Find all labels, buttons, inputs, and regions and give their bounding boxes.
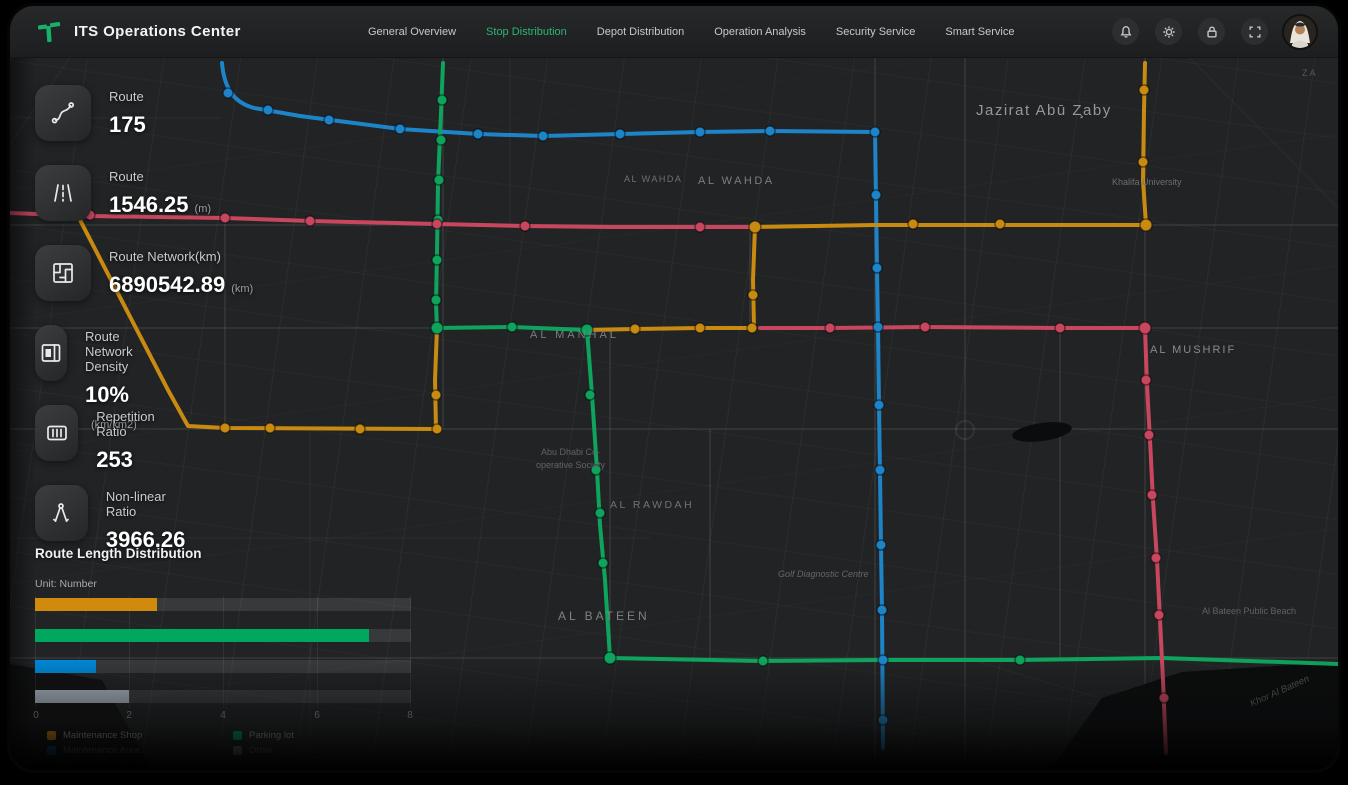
- map-label-al-wahda-large: AL WAHDA: [698, 175, 775, 187]
- stat-nonlinear-ratio: Non-linear Ratio 3966.26: [35, 485, 195, 553]
- stat-value: 253: [96, 447, 133, 472]
- x-tick: 4: [220, 710, 226, 721]
- x-tick: 0: [33, 710, 39, 721]
- stat-unit: (m): [195, 203, 212, 215]
- notification-button[interactable]: [1112, 18, 1139, 45]
- stat-value: 6890542.89: [109, 272, 225, 297]
- bar-maintenance-area: [35, 660, 411, 673]
- stat-route-count: Route 175: [35, 85, 152, 141]
- map-label-khalifa-university: Khalifa University: [1112, 177, 1182, 187]
- stat-label: Route: [109, 89, 152, 104]
- stat-repetition-ratio: Repetition Ratio 253: [35, 405, 168, 473]
- x-tick: 6: [314, 710, 320, 721]
- its-logo-icon: [36, 19, 62, 45]
- user-avatar[interactable]: [1284, 16, 1316, 48]
- legend-swatch: [47, 731, 56, 740]
- tab-depot-distribution[interactable]: Depot Distribution: [597, 26, 684, 38]
- road-icon: [35, 165, 91, 221]
- tab-general-overview[interactable]: General Overview: [368, 26, 456, 38]
- route-line-green: [436, 63, 1338, 664]
- stat-value: 10%: [85, 382, 129, 407]
- tab-operation-analysis[interactable]: Operation Analysis: [714, 26, 806, 38]
- legend-label: Maintenance Area: [63, 745, 140, 756]
- top-bar: ITS Operations Center General Overview S…: [10, 6, 1338, 58]
- density-layout-icon: [35, 325, 67, 381]
- chart-title: Route Length Distribution: [35, 546, 435, 561]
- tab-smart-service[interactable]: Smart Service: [945, 26, 1014, 38]
- map-label-al-rawdah: AL RAWDAH: [610, 499, 694, 511]
- stat-value: 1546.25: [109, 192, 189, 217]
- repetition-bars-icon: [35, 405, 78, 461]
- settings-button[interactable]: [1155, 18, 1182, 45]
- tab-security-service[interactable]: Security Service: [836, 26, 915, 38]
- legend-label: Parking lot: [249, 730, 294, 741]
- bar-maintenance-shop: [35, 598, 411, 611]
- stat-label: Route Network Density: [85, 329, 161, 374]
- gear-icon: [1162, 25, 1176, 39]
- bar-fill: [35, 660, 96, 673]
- route-line-red-2: [760, 327, 1166, 753]
- chart-plot-area: [35, 596, 411, 708]
- map-label-jazirat: Jazirat Abū Z̧aby: [976, 102, 1112, 119]
- coop-line2: operative Society: [536, 459, 605, 472]
- bell-icon: [1119, 25, 1133, 39]
- bar-fill: [35, 598, 157, 611]
- bar-fill: [35, 690, 129, 703]
- tab-stop-distribution[interactable]: Stop Distribution: [486, 26, 567, 38]
- x-tick: 8: [407, 710, 413, 721]
- stat-unit: (km): [231, 283, 253, 295]
- network-map-icon: [35, 245, 91, 301]
- lock-button[interactable]: [1198, 18, 1225, 45]
- chart-x-axis: 0 2 4 6 8: [35, 710, 411, 724]
- legend-swatch: [233, 731, 242, 740]
- legend-item-other[interactable]: Other: [233, 745, 419, 756]
- compass-icon: [35, 485, 88, 541]
- stat-label: Route Network(km): [109, 249, 253, 264]
- bar-fill: [35, 629, 369, 642]
- map-label-al-mushrif: AL MUSHRIF: [1150, 344, 1236, 356]
- bar-parking-lot: [35, 629, 411, 642]
- legend-label: Maintenance Shop: [63, 730, 142, 741]
- map-label-al-wahda-small: AL WAHDA: [624, 174, 682, 184]
- coop-line1: Abu Dhabi Co-: [536, 446, 605, 459]
- legend-item-parking-lot[interactable]: Parking lot: [233, 730, 419, 741]
- fullscreen-button[interactable]: [1241, 18, 1268, 45]
- app-title: ITS Operations Center: [74, 23, 241, 40]
- lock-icon: [1205, 25, 1219, 39]
- map-label-coop-society: Abu Dhabi Co- operative Society: [536, 446, 605, 472]
- route-length-distribution-chart: Route Length Distribution Unit: Number: [35, 546, 435, 766]
- legend-swatch: [47, 746, 56, 755]
- legend-swatch: [233, 746, 242, 755]
- stat-label: Repetition Ratio: [96, 409, 167, 439]
- legend-item-maintenance-shop[interactable]: Maintenance Shop: [47, 730, 233, 741]
- map-label-al-bateen: AL BATEEN: [558, 609, 650, 623]
- stat-value: 175: [109, 112, 146, 137]
- fullscreen-icon: [1248, 25, 1262, 39]
- main-nav: General Overview Stop Distribution Depot…: [368, 26, 1014, 38]
- header-actions: [1112, 16, 1316, 48]
- legend-label: Other: [249, 745, 273, 756]
- chart-unit-label: Unit: Number: [35, 578, 97, 590]
- map-label-golf-centre: Golf Diagnostic Centre: [778, 569, 869, 579]
- dashboard-screen: Jazirat Abū Z̧aby AL WAHDA AL WAHDA Khal…: [10, 6, 1338, 770]
- route-stops-orange: [220, 85, 1152, 434]
- stat-route-network: Route Network(km) 6890542.89 (km): [35, 245, 253, 301]
- stat-route-length: Route 1546.25 (m): [35, 165, 211, 221]
- brand: ITS Operations Center: [36, 19, 336, 45]
- stat-label: Route: [109, 169, 211, 184]
- route-icon: [35, 85, 91, 141]
- legend-item-maintenance-area[interactable]: Maintenance Area: [47, 745, 233, 756]
- map-label-al-manhal: AL MANHAL: [530, 329, 619, 341]
- map-label-bateen-beach: Al Bateen Public Beach: [1202, 606, 1296, 616]
- stat-label: Non-linear Ratio: [106, 489, 195, 519]
- chart-legend: Maintenance Shop Parking lot Maintenance…: [47, 730, 419, 756]
- x-tick: 2: [126, 710, 132, 721]
- map-label-corner: ZA: [1302, 68, 1318, 78]
- bar-other: [35, 690, 411, 703]
